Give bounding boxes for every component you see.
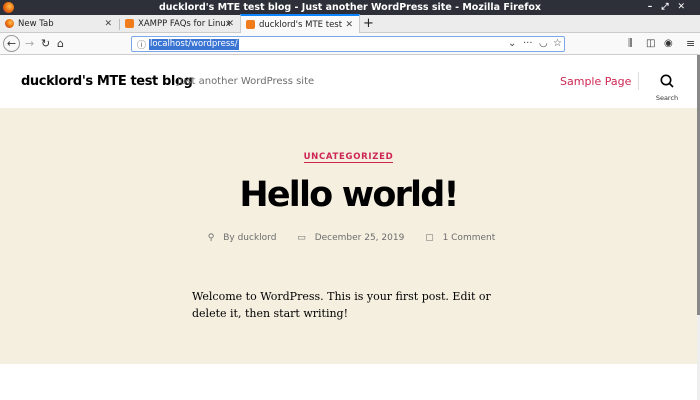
new-tab-button[interactable]: + (363, 15, 374, 32)
post-author[interactable]: By ducklord (223, 233, 276, 243)
pocket-icon[interactable]: ◡ (539, 38, 548, 49)
post-header: UNCATEGORIZED Hello world! ⚲ By ducklord… (0, 108, 697, 364)
menu-icon[interactable]: ≡ (686, 36, 695, 52)
close-tab-icon[interactable]: ✕ (226, 15, 234, 33)
tab-label: New Tab (18, 19, 54, 29)
search-toggle-button[interactable]: Search (652, 73, 682, 102)
post-comments[interactable]: 1 Comment (443, 233, 496, 243)
close-window-button[interactable]: ✕ (677, 2, 694, 12)
library-icon[interactable]: ⫼ (628, 36, 633, 52)
window-title: ducklord's MTE test blog - Just another … (158, 2, 542, 13)
reload-button[interactable]: ↻ (41, 36, 50, 52)
xampp-favicon-icon (125, 19, 134, 28)
page-actions-icon[interactable]: ··· (523, 38, 533, 49)
site-header: ducklord's MTE test blog Just another Wo… (0, 55, 697, 108)
navigation-toolbar: ← → ↻ ⌂ ⓘ localhost/wordpress/ ⌄ ··· ◡ ☆… (0, 33, 700, 55)
home-button[interactable]: ⌂ (57, 36, 64, 52)
site-tagline: Just another WordPress site (177, 76, 315, 87)
xampp-favicon-icon (246, 20, 255, 29)
bookmark-star-icon[interactable]: ☆ (553, 38, 562, 49)
post-title: Hello world! (239, 175, 459, 215)
close-tab-icon[interactable]: ✕ (104, 15, 112, 33)
maximize-button[interactable]: ⤢ (661, 2, 677, 12)
close-tab-icon[interactable]: ✕ (345, 16, 353, 34)
minimize-button[interactable]: – (648, 2, 662, 12)
window-title-bar: ducklord's MTE test blog - Just another … (0, 0, 700, 15)
tab-ducklord-blog[interactable]: ducklord's MTE test blog ✕ (240, 14, 360, 48)
url-input[interactable]: localhost/wordpress/ (149, 39, 239, 50)
firefox-logo-icon (3, 2, 14, 13)
nav-sample-page[interactable]: Sample Page (560, 75, 631, 88)
forward-button[interactable]: → (25, 36, 34, 52)
post-date[interactable]: December 25, 2019 (315, 233, 405, 243)
tab-label: XAMPP FAQs for Linux (138, 19, 231, 29)
tab-new-tab[interactable]: New Tab ✕ (0, 15, 118, 33)
back-button[interactable]: ← (3, 35, 20, 52)
url-bar[interactable]: ⓘ localhost/wordpress/ ⌄ ··· ◡ ☆ (131, 36, 565, 52)
category-link[interactable]: UNCATEGORIZED (303, 152, 394, 163)
search-label: Search (655, 94, 679, 102)
post-meta: ⚲ By ducklord ▭ December 25, 2019 ▢ 1 Co… (0, 233, 697, 243)
author-icon: ⚲ (207, 233, 215, 243)
sidebar-icon[interactable]: ◫ (646, 36, 655, 52)
tab-xampp-faqs[interactable]: XAMPP FAQs for Linux ✕ (120, 15, 240, 33)
calendar-icon: ▭ (297, 233, 306, 243)
search-icon (660, 74, 674, 88)
account-icon[interactable]: ◉ (664, 36, 673, 52)
divider (638, 72, 639, 90)
info-icon[interactable]: ⓘ (137, 38, 146, 51)
post-content: Welcome to WordPress. This is your first… (192, 290, 491, 320)
comment-icon: ▢ (425, 233, 434, 243)
chevron-down-icon[interactable]: ⌄ (508, 38, 516, 49)
tab-bar: New Tab ✕ XAMPP FAQs for Linux ✕ ducklor… (0, 14, 700, 48)
site-title[interactable]: ducklord's MTE test blog (21, 74, 193, 89)
firefox-favicon-icon (5, 19, 14, 28)
